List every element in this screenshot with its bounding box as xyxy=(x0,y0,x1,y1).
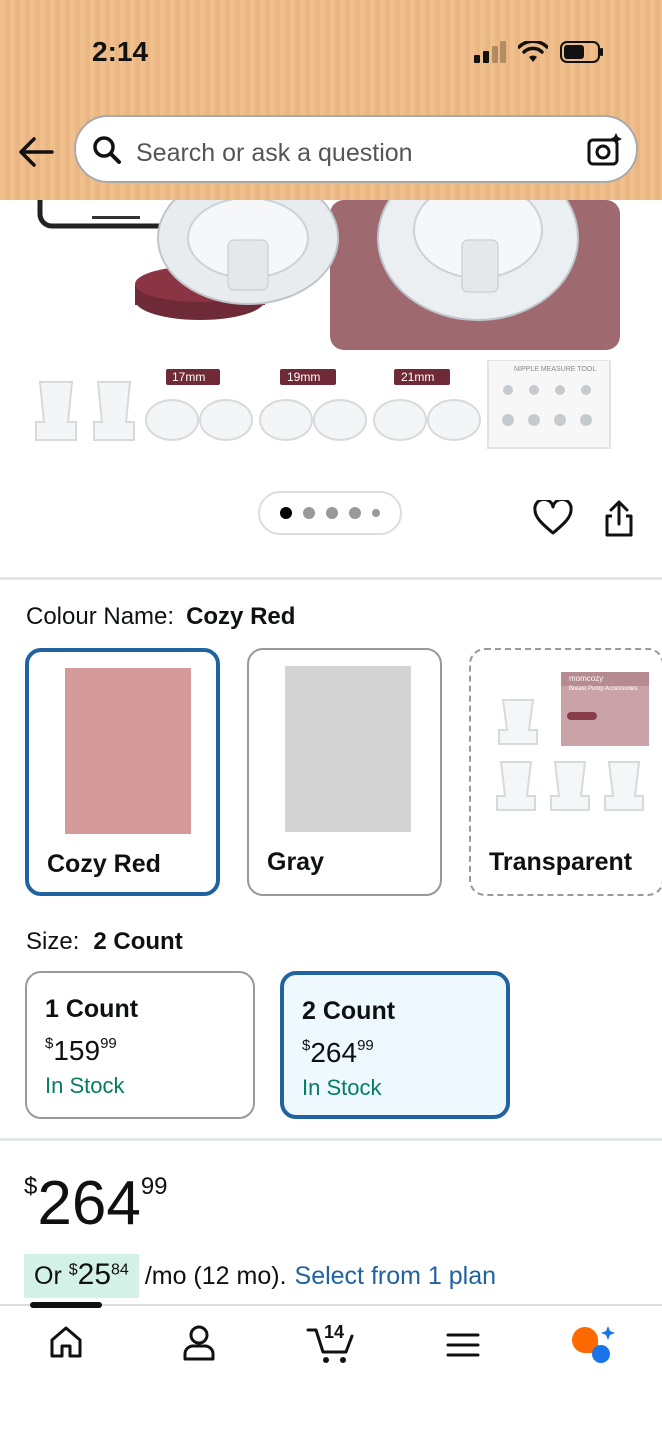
product-image[interactable] xyxy=(0,200,662,372)
colour-option-transparent[interactable]: momcozy Breast Pump Accessories Transpar… xyxy=(469,648,662,896)
carousel-dots[interactable] xyxy=(258,491,402,535)
price-currency: $ xyxy=(24,1173,38,1200)
breast-pump-image xyxy=(37,200,620,350)
box-title: Breast Pump Accessories xyxy=(569,686,638,692)
price-cents: 99 xyxy=(140,1173,168,1200)
price-whole: 159 xyxy=(53,1035,101,1066)
size-selected-value: 2 Count xyxy=(93,928,183,955)
thumb-size-19: 19mm xyxy=(287,370,321,384)
heart-icon[interactable] xyxy=(533,500,573,536)
price-whole: 264 xyxy=(37,1169,141,1238)
rufus-assistant-icon[interactable] xyxy=(570,1324,616,1364)
account-icon[interactable] xyxy=(182,1324,216,1362)
size-option-1-count[interactable]: 1 Count $15999 In Stock xyxy=(25,971,255,1119)
home-icon[interactable] xyxy=(48,1324,84,1360)
carousel-dot[interactable] xyxy=(280,507,292,519)
accessory-thumbnails: 17mm 19mm 21mm NIPPLE MEASURE TOOL xyxy=(30,359,630,455)
gray-swatch xyxy=(285,666,411,832)
stock-status: In Stock xyxy=(302,1075,382,1100)
size-label-text: Size: xyxy=(26,928,80,955)
monthly-cents: 84 xyxy=(111,1261,129,1279)
price-whole: 264 xyxy=(310,1037,358,1068)
colour-option-label: Transparent xyxy=(489,848,633,876)
price-cents: 99 xyxy=(357,1037,374,1054)
thumb-size-21: 21mm xyxy=(401,370,435,384)
status-time: 2:14 xyxy=(92,36,149,67)
monthly-payment: Or $2584 /mo (12 mo). Select from 1 plan xyxy=(24,1254,496,1298)
monthly-price-pill: Or $2584 xyxy=(24,1254,139,1298)
carousel-dot[interactable] xyxy=(326,507,338,519)
cozy-red-swatch xyxy=(65,668,191,834)
active-tab-indicator xyxy=(30,1302,102,1308)
monthly-suffix: /mo (12 mo). xyxy=(144,1261,287,1290)
monthly-prefix: Or xyxy=(34,1262,62,1290)
cart-count: 14 xyxy=(324,1322,345,1342)
colour-option-label: Cozy Red xyxy=(47,850,161,878)
status-icons xyxy=(474,40,604,64)
carousel-dot[interactable] xyxy=(349,507,361,519)
colour-label: Colour Name: Cozy Red xyxy=(26,603,295,631)
thumb-size-17: 17mm xyxy=(172,370,206,384)
camera-search-icon[interactable] xyxy=(586,131,624,169)
size-option-2-count[interactable]: 2 Count $26499 In Stock xyxy=(280,971,510,1119)
box-brand: momcozy xyxy=(569,674,604,683)
size-label: Size: 2 Count xyxy=(26,928,183,956)
measure-tool-label: NIPPLE MEASURE TOOL xyxy=(514,366,597,373)
battery-icon xyxy=(560,41,603,63)
carousel-dot[interactable] xyxy=(372,509,380,517)
search-bar[interactable]: Search or ask a question xyxy=(74,115,638,183)
divider xyxy=(0,577,662,580)
colour-option-cozy-red[interactable]: Cozy Red xyxy=(25,648,220,896)
menu-icon[interactable] xyxy=(446,1332,480,1358)
colour-option-gray[interactable]: Gray xyxy=(247,648,442,896)
search-input[interactable]: Search or ask a question xyxy=(136,139,413,168)
select-plan-link[interactable]: Select from 1 plan xyxy=(295,1262,497,1291)
monthly-currency: $ xyxy=(68,1261,78,1279)
colour-selected-value: Cozy Red xyxy=(186,603,296,630)
price-cents: 99 xyxy=(100,1035,117,1052)
product-price: $26499 xyxy=(24,1168,168,1239)
search-icon xyxy=(93,136,121,164)
colour-label-text: Colour Name: xyxy=(26,603,175,630)
signal-icon xyxy=(474,41,506,63)
size-option-name: 2 Count xyxy=(302,997,396,1025)
colour-option-label: Gray xyxy=(267,848,324,876)
wifi-icon xyxy=(518,41,548,62)
header: 2:14 Search or ask a question xyxy=(0,0,662,200)
back-arrow-icon[interactable] xyxy=(18,134,56,170)
size-option-price: $26499 xyxy=(302,1037,374,1069)
size-option-name: 1 Count xyxy=(45,995,139,1023)
bottom-nav: 14 xyxy=(0,1302,662,1442)
carousel-dot[interactable] xyxy=(303,507,315,519)
divider xyxy=(0,1138,662,1141)
size-option-price: $15999 xyxy=(45,1035,117,1067)
stock-status: In Stock xyxy=(45,1073,125,1098)
share-icon[interactable] xyxy=(603,500,635,538)
monthly-whole: 25 xyxy=(77,1258,112,1291)
